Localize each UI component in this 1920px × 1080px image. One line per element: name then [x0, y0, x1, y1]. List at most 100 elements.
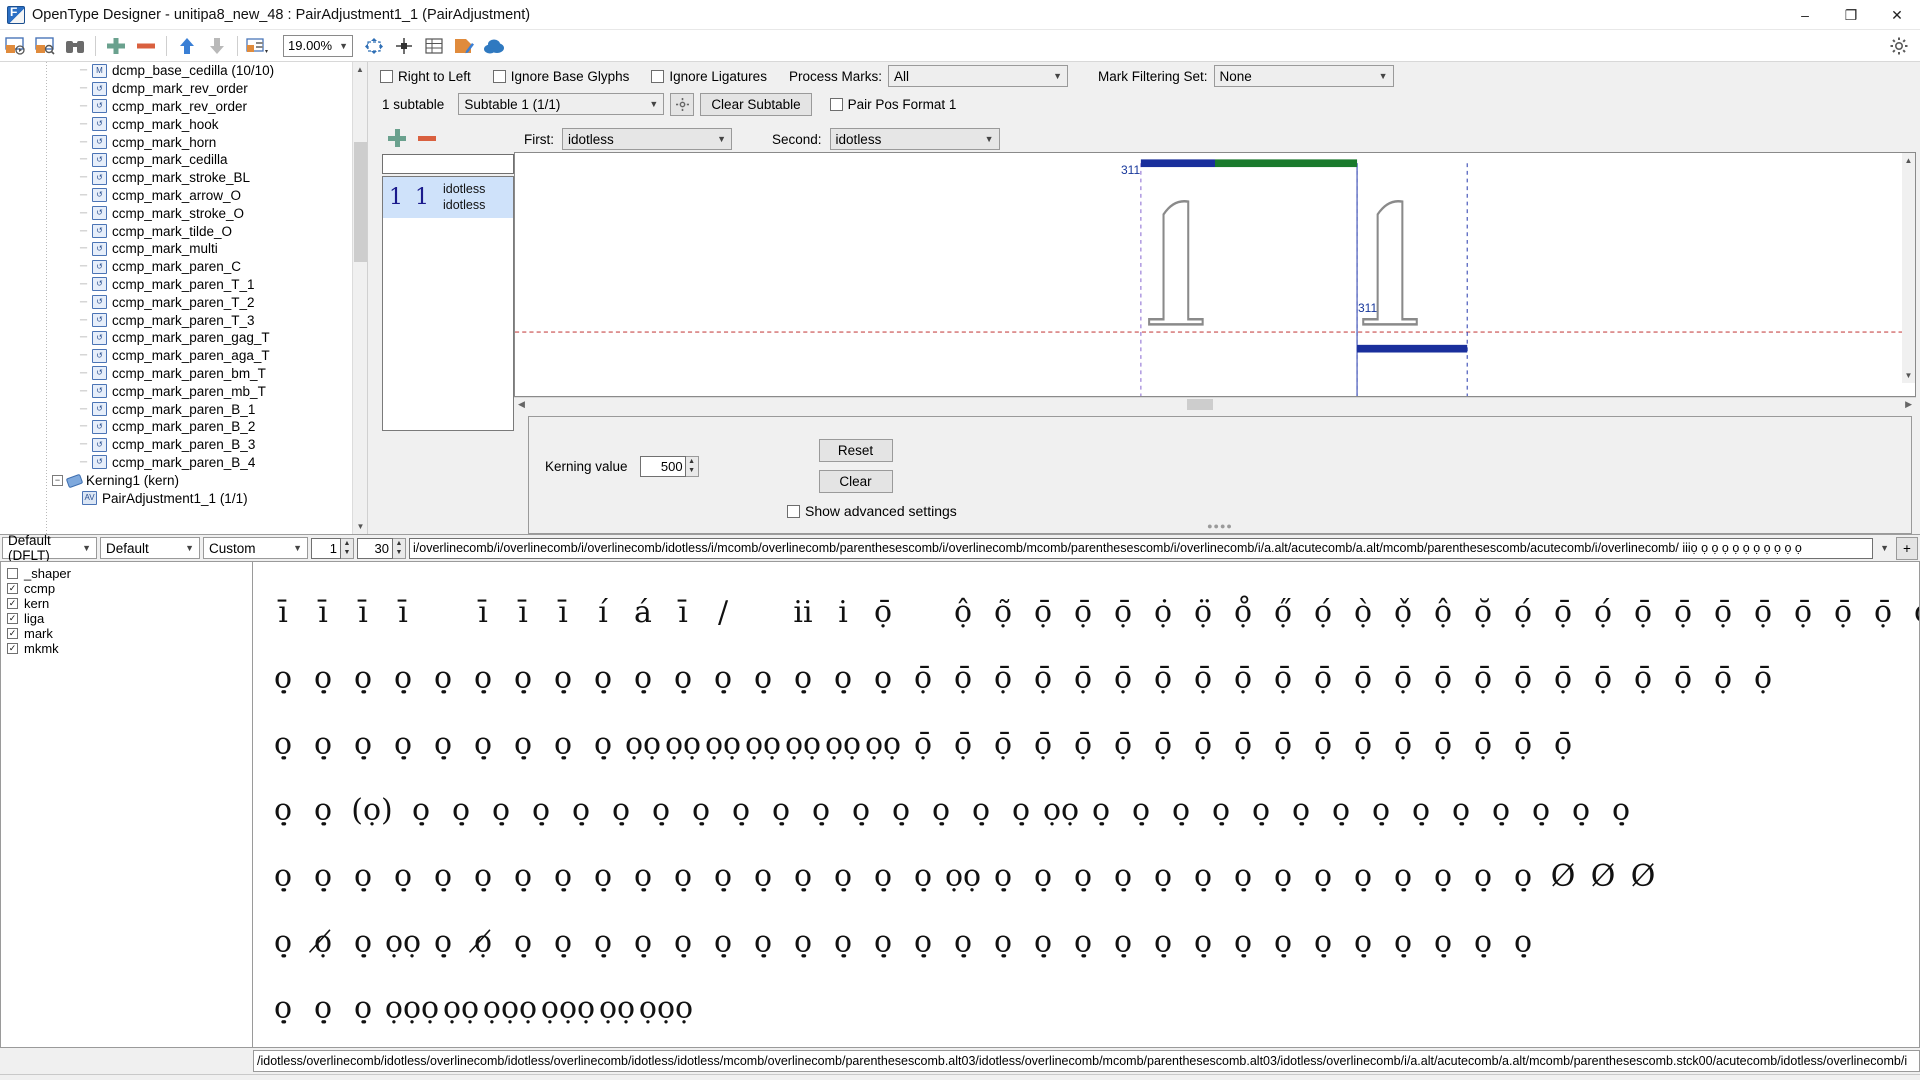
feature-item[interactable]: ✓ kern	[7, 596, 246, 611]
tree-item[interactable]: ─ ↺ ccmp_mark_paren_mb_T	[0, 382, 367, 400]
maximize-button[interactable]: ❐	[1828, 0, 1874, 30]
clear-kerning-button[interactable]: Clear	[818, 470, 893, 493]
tree-item[interactable]: ─ ↺ ccmp_mark_paren_aga_T	[0, 347, 367, 365]
close-button[interactable]: ✕	[1874, 0, 1920, 30]
language-select[interactable]: Default ▼	[100, 537, 200, 559]
direction-stepper[interactable]: ▲ ▼	[341, 537, 354, 559]
scroll-up-arrow-icon[interactable]: ▲	[1902, 153, 1915, 168]
feature-item[interactable]: ✓ liga	[7, 611, 246, 626]
copy-lookup-icon[interactable]	[243, 32, 273, 60]
reset-button[interactable]: Reset	[818, 439, 893, 462]
glyph-preview-canvas[interactable]: ī ī ī ī ī ī ī í á ī / ii i ọ̄ ộ ọ̃ ọ̄ ọ̄ ọ̄ ọ̇ ọ̈ ọ̊ ọ̋ ọ́ ọ̀ ọ̌ ộ…	[253, 561, 1920, 1048]
move-down-icon[interactable]	[202, 32, 232, 60]
tree-scrollbar[interactable]: ▲ ▼	[352, 62, 367, 534]
tree-item[interactable]: ─ ↺ dcmp_mark_rev_order	[0, 80, 367, 98]
tree-item-pairadjustment[interactable]: AV PairAdjustment1_1 (1/1)	[0, 489, 367, 507]
tree-item[interactable]: ─ ↺ ccmp_mark_tilde_O	[0, 222, 367, 240]
mode-select[interactable]: Custom ▼	[203, 537, 308, 559]
stepper-up-icon[interactable]: ▲	[686, 457, 698, 467]
tree-item[interactable]: ─ Mdcmp_base_cedilla (10/10)	[0, 62, 367, 80]
tree-item[interactable]: ─ ↺ ccmp_mark_hook	[0, 115, 367, 133]
collapse-icon[interactable]: −	[52, 474, 63, 486]
tree-item[interactable]: ─ ↺ ccmp_mark_paren_T_2	[0, 293, 367, 311]
tree-item[interactable]: ─ ↺ ccmp_mark_paren_T_1	[0, 276, 367, 294]
preview-text-input[interactable]: i/overlinecomb/i/overlinecomb/i/overline…	[409, 537, 1874, 559]
list-item[interactable]: 1 1 idotless idotless	[383, 177, 513, 218]
remove-pair-icon[interactable]	[418, 135, 436, 141]
tree-item[interactable]: ─ ↺ ccmp_mark_paren_T_3	[0, 311, 367, 329]
pair-pos-format-checkbox[interactable]: Pair Pos Format 1	[829, 97, 956, 112]
feature-item[interactable]: ✓ mkmk	[7, 641, 246, 656]
preview-run-icon[interactable]	[0, 32, 30, 60]
feature-checkbox[interactable]	[7, 568, 18, 579]
settings-gear-icon[interactable]	[1890, 37, 1908, 58]
lookup-tree[interactable]: ─ Mdcmp_base_cedilla (10/10) ─ ↺ dcmp_mark_r…	[0, 62, 368, 534]
edit-icon[interactable]	[449, 32, 479, 60]
tree-item[interactable]: ─ ↺ ccmp_mark_rev_order	[0, 98, 367, 116]
script-select[interactable]: Default (DFLT) ▼	[2, 533, 97, 563]
tree-item[interactable]: ─ ↺ ccmp_mark_paren_B_2	[0, 418, 367, 436]
hscroll-thumb[interactable]	[1186, 398, 1213, 410]
canvas-hscrollbar[interactable]: ◀ ▶	[514, 397, 1916, 410]
center-icon[interactable]	[389, 32, 419, 60]
pair-filter-input[interactable]	[382, 154, 514, 174]
zoom-select[interactable]: 19.00% ▼	[283, 34, 353, 57]
scroll-up-arrow-icon[interactable]: ▲	[353, 62, 367, 77]
tree-item[interactable]: ─ ↺ ccmp_mark_paren_gag_T	[0, 329, 367, 347]
tree-item[interactable]: ─ ↺ ccmp_mark_paren_B_4	[0, 454, 367, 472]
right-to-left-checkbox[interactable]: Right to Left	[380, 69, 471, 84]
mark-filtering-select[interactable]: None ▼	[1213, 65, 1394, 87]
feature-list[interactable]: _shaper ✓ ccmp ✓ kern ✓ liga ✓ mark ✓ mkmk	[0, 561, 253, 1048]
stepper-down-icon[interactable]: ▼	[686, 466, 698, 476]
scroll-down-arrow-icon[interactable]: ▼	[353, 519, 367, 534]
ignore-base-glyphs-checkbox[interactable]: Ignore Base Glyphs	[492, 69, 629, 84]
show-advanced-settings-checkbox[interactable]: Show advanced settings	[787, 503, 1911, 519]
scroll-down-arrow-icon[interactable]: ▼	[1902, 368, 1915, 383]
subtable-settings-button[interactable]	[670, 92, 695, 116]
kerning-value-stepper[interactable]: ▲ ▼	[685, 455, 699, 477]
move-up-icon[interactable]	[172, 32, 202, 60]
kerning-value-input[interactable]: 500	[639, 455, 686, 477]
preview-inspect-icon[interactable]	[30, 32, 60, 60]
tree-item[interactable]: ─ ↺ ccmp_mark_paren_bm_T	[0, 365, 367, 383]
tree-item[interactable]: ─ ↺ ccmp_mark_stroke_O	[0, 204, 367, 222]
ignore-ligatures-checkbox[interactable]: Ignore Ligatures	[651, 69, 767, 84]
feature-checkbox[interactable]: ✓	[7, 628, 18, 639]
remove-icon[interactable]	[131, 32, 161, 60]
second-glyph-select[interactable]: idotless ▼	[829, 128, 1000, 150]
subtable-select[interactable]: Subtable 1 (1/1) ▼	[458, 93, 665, 115]
size-stepper[interactable]: ▲ ▼	[393, 537, 406, 559]
pair-list[interactable]: 1 1 idotless idotless	[382, 176, 514, 431]
tree-item[interactable]: ─ ↺ ccmp_mark_paren_C	[0, 258, 367, 276]
stepper-down-icon[interactable]: ▼	[341, 548, 353, 558]
chevron-left-icon[interactable]: ◀	[514, 399, 525, 410]
first-glyph-select[interactable]: idotless ▼	[562, 128, 732, 150]
process-marks-select[interactable]: All ▼	[887, 65, 1068, 87]
tree-item[interactable]: ─ ↺ ccmp_mark_paren_B_1	[0, 400, 367, 418]
feature-checkbox[interactable]: ✓	[7, 643, 18, 654]
direction-input[interactable]: 1	[311, 537, 341, 559]
feature-item[interactable]: _shaper	[7, 566, 246, 581]
fit-icon[interactable]	[359, 32, 389, 60]
table-icon[interactable]	[419, 32, 449, 60]
add-preview-text-button[interactable]: +	[1896, 536, 1918, 560]
canvas-vscrollbar[interactable]: ▲ ▼	[1902, 153, 1915, 383]
add-pair-icon[interactable]	[388, 129, 406, 147]
tree-item[interactable]: ─ ↺ ccmp_mark_arrow_O	[0, 187, 367, 205]
kerning-canvas[interactable]: 311 311 ▲ ▼	[514, 152, 1916, 397]
tree-scroll-thumb[interactable]	[354, 142, 367, 262]
binoculars-icon[interactable]	[60, 32, 90, 60]
size-input[interactable]: 30	[357, 537, 393, 559]
stepper-up-icon[interactable]: ▲	[341, 539, 353, 549]
tree-item[interactable]: ─ ↺ ccmp_mark_stroke_BL	[0, 169, 367, 187]
feature-checkbox[interactable]: ✓	[7, 613, 18, 624]
chevron-down-icon[interactable]: ▼	[1880, 543, 1889, 553]
minimize-button[interactable]: –	[1782, 0, 1828, 30]
cloud-icon[interactable]	[479, 32, 509, 60]
feature-checkbox[interactable]: ✓	[7, 583, 18, 594]
resize-grip[interactable]: ●●●●	[1207, 521, 1233, 531]
feature-item[interactable]: ✓ ccmp	[7, 581, 246, 596]
feature-item[interactable]: ✓ mark	[7, 626, 246, 641]
tree-group-kerning[interactable]: − Kerning1 (kern)	[0, 471, 367, 489]
feature-checkbox[interactable]: ✓	[7, 598, 18, 609]
